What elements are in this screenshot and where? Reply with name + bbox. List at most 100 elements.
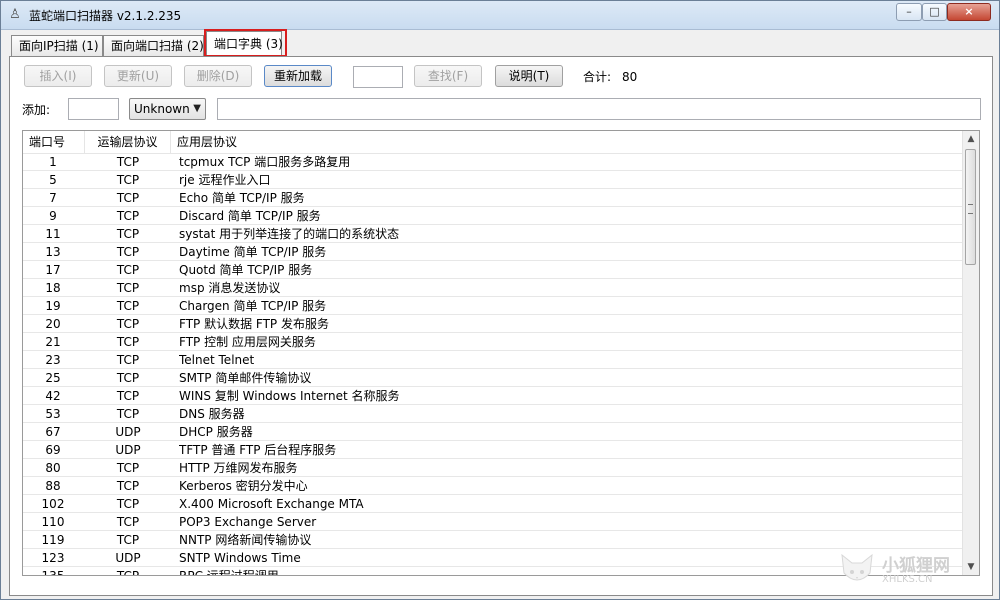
tab-port-scan[interactable]: 面向端口扫描 (2) [103, 35, 204, 57]
application-cell: X.400 Microsoft Exchange MTA [179, 497, 364, 511]
table-row[interactable]: 42 TCP WINS 复制 Windows Internet 名称服务 [23, 387, 963, 405]
application-cell: systat 用于列举连接了的端口的系统状态 [179, 227, 400, 241]
transport-cell: TCP [116, 497, 140, 511]
port-dictionary-panel: 插入(I) 更新(U) 删除(D) 重新加载 查找(F) 说明(T) 合计: 8… [9, 56, 993, 596]
port-cell: 135 [41, 569, 65, 576]
port-cell: 19 [45, 299, 61, 313]
add-port-input[interactable] [68, 98, 119, 120]
table-row[interactable]: 88 TCP Kerberos 密钥分发中心 [23, 477, 963, 495]
application-cell: msp 消息发送协议 [179, 281, 281, 295]
column-header-application[interactable]: 应用层协议 [171, 131, 963, 153]
help-button[interactable]: 说明(T) [495, 65, 563, 87]
table-row[interactable]: 13 TCP Daytime 简单 TCP/IP 服务 [23, 243, 963, 261]
application-cell: FTP 默认数据 FTP 发布服务 [179, 317, 329, 331]
chevron-down-icon: ▼ [193, 103, 201, 114]
port-cell: 9 [49, 209, 57, 223]
table-row[interactable]: 7 TCP Echo 简单 TCP/IP 服务 [23, 189, 963, 207]
table-row[interactable]: 110 TCP POP3 Exchange Server [23, 513, 963, 531]
insert-button[interactable]: 插入(I) [24, 65, 92, 87]
tab-port-dictionary[interactable]: 端口字典 (3) [206, 31, 283, 57]
table-row[interactable]: 67 UDP DHCP 服务器 [23, 423, 963, 441]
close-button[interactable]: × [947, 3, 991, 21]
protocol-select[interactable]: Unknown ▼ [129, 98, 206, 120]
application-cell: WINS 复制 Windows Internet 名称服务 [179, 389, 400, 403]
table-row[interactable]: 119 TCP NNTP 网络新闻传输协议 [23, 531, 963, 549]
table-row[interactable]: 11 TCP systat 用于列举连接了的端口的系统状态 [23, 225, 963, 243]
port-cell: 69 [45, 443, 61, 457]
scrollbar-thumb[interactable] [965, 149, 976, 265]
table-row[interactable]: 23 TCP Telnet Telnet [23, 351, 963, 369]
application-cell: DHCP 服务器 [179, 425, 253, 439]
application-cell: SNTP Windows Time [179, 551, 301, 565]
table-row[interactable]: 21 TCP FTP 控制 应用层网关服务 [23, 333, 963, 351]
add-label: 添加: [22, 103, 51, 117]
application-cell: Telnet Telnet [179, 353, 255, 367]
table-row[interactable]: 102 TCP X.400 Microsoft Exchange MTA [23, 495, 963, 513]
port-cell: 21 [45, 335, 61, 349]
transport-cell: TCP [116, 515, 140, 529]
application-cell: Chargen 简单 TCP/IP 服务 [179, 299, 327, 313]
table-row[interactable]: 17 TCP Quotd 简单 TCP/IP 服务 [23, 261, 963, 279]
port-cell: 13 [45, 245, 61, 259]
table-row[interactable]: 5 TCP rje 远程作业入口 [23, 171, 963, 189]
port-cell: 80 [45, 461, 61, 475]
table-row[interactable]: 25 TCP SMTP 简单邮件传输协议 [23, 369, 963, 387]
table-row[interactable]: 69 UDP TFTP 普通 FTP 后台程序服务 [23, 441, 963, 459]
protocol-select-value: Unknown [134, 102, 190, 116]
find-input[interactable] [353, 66, 403, 88]
table-row[interactable]: 53 TCP DNS 服务器 [23, 405, 963, 423]
maximize-button[interactable]: □ [922, 3, 947, 21]
table-row[interactable]: 18 TCP msp 消息发送协议 [23, 279, 963, 297]
column-header-transport[interactable]: 运输层协议 [85, 131, 171, 153]
vertical-scrollbar[interactable]: ▲ ▼ [962, 131, 979, 575]
table-row[interactable]: 80 TCP HTTP 万维网发布服务 [23, 459, 963, 477]
transport-cell: TCP [116, 407, 140, 421]
application-cell: tcpmux TCP 端口服务多路复用 [179, 155, 351, 169]
minimize-button[interactable]: – [896, 3, 922, 21]
port-cell: 20 [45, 317, 61, 331]
application-cell: rje 远程作业入口 [179, 173, 271, 187]
transport-cell: TCP [116, 299, 140, 313]
port-cell: 53 [45, 407, 61, 421]
scroll-up-arrow-icon[interactable]: ▲ [963, 131, 979, 147]
application-cell: FTP 控制 应用层网关服务 [179, 335, 316, 349]
tab-ip-scan[interactable]: 面向IP扫描 (1) [11, 35, 103, 57]
application-cell: NNTP 网络新闻传输协议 [179, 533, 312, 547]
table-row[interactable]: 135 TCP RPC 远程过程调用 [23, 567, 963, 576]
application-cell: POP3 Exchange Server [179, 515, 317, 529]
port-cell: 23 [45, 353, 61, 367]
transport-cell: TCP [116, 353, 140, 367]
reload-button[interactable]: 重新加载 [264, 65, 332, 87]
port-cell: 119 [41, 533, 65, 547]
transport-cell: TCP [116, 461, 140, 475]
table-row[interactable]: 9 TCP Discard 简单 TCP/IP 服务 [23, 207, 963, 225]
table-row[interactable]: 1 TCP tcpmux TCP 端口服务多路复用 [23, 153, 963, 171]
transport-cell: UDP [115, 551, 141, 565]
table-row[interactable]: 123 UDP SNTP Windows Time [23, 549, 963, 567]
port-cell: 5 [49, 173, 57, 187]
port-cell: 17 [45, 263, 61, 277]
find-button[interactable]: 查找(F) [414, 65, 482, 87]
list-rows: 1 TCP tcpmux TCP 端口服务多路复用 5 TCP rje 远程作业入口 7 TC… [23, 153, 963, 576]
transport-cell: UDP [115, 443, 141, 457]
application-cell: Kerberos 密钥分发中心 [179, 479, 308, 493]
column-header-port[interactable]: 端口号 [23, 131, 85, 153]
title-bar[interactable]: ♙ 蓝蛇端口扫描器 v2.1.2.235 – □ × [1, 1, 999, 30]
application-cell: SMTP 简单邮件传输协议 [179, 371, 312, 385]
table-row[interactable]: 20 TCP FTP 默认数据 FTP 发布服务 [23, 315, 963, 333]
port-cell: 102 [41, 497, 65, 511]
delete-button[interactable]: 删除(D) [184, 65, 252, 87]
total-label: 合计: [583, 70, 612, 84]
port-list[interactable]: 端口号 运输层协议 应用层协议 1 TCP tcpmux TCP 端口服务多路复用 5… [22, 130, 980, 576]
transport-cell: TCP [116, 209, 140, 223]
table-row[interactable]: 19 TCP Chargen 简单 TCP/IP 服务 [23, 297, 963, 315]
scroll-down-arrow-icon[interactable]: ▼ [963, 559, 979, 575]
transport-cell: TCP [116, 533, 140, 547]
port-cell: 18 [45, 281, 61, 295]
application-cell: DNS 服务器 [179, 407, 245, 421]
update-button[interactable]: 更新(U) [104, 65, 172, 87]
application-cell: Discard 简单 TCP/IP 服务 [179, 209, 321, 223]
transport-cell: UDP [115, 425, 141, 439]
add-description-input[interactable] [217, 98, 981, 120]
port-cell: 123 [41, 551, 65, 565]
